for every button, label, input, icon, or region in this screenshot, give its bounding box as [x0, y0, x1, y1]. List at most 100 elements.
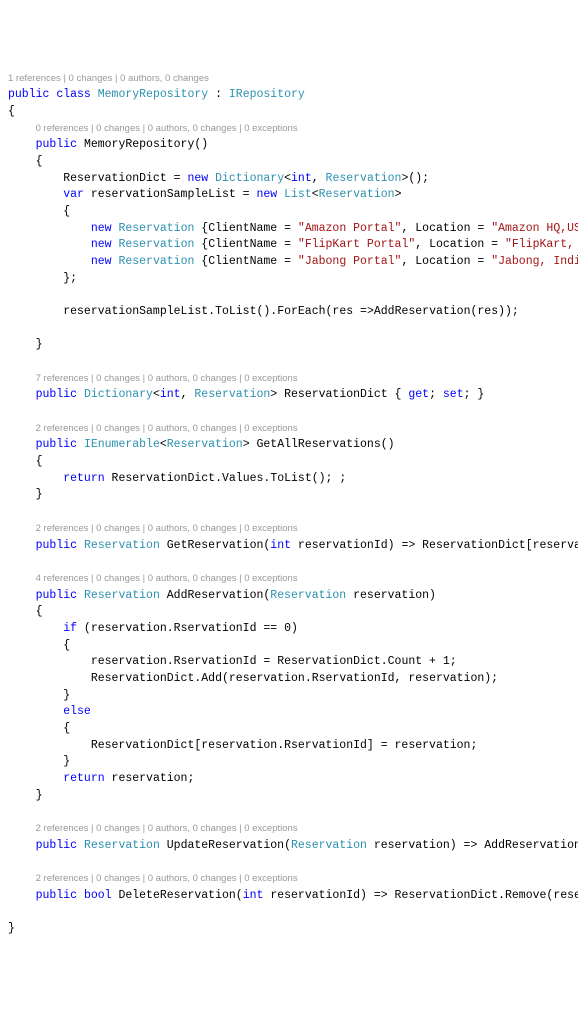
id-addreservation: AddReservation [374, 305, 471, 318]
id-values: Values [222, 472, 263, 485]
type-reservation: Reservation [118, 255, 194, 268]
kw-public: public [36, 388, 77, 401]
id-addreservation: AddReservation [167, 589, 264, 602]
id-clientname: ClientName [208, 222, 277, 235]
id-getreservation: GetReservation [167, 539, 264, 552]
num-zero: 0 [284, 622, 291, 635]
kw-return: return [63, 472, 104, 485]
id-reservationdict: ReservationDict [422, 539, 526, 552]
id-count: Count [388, 655, 423, 668]
id-reservationdict: ReservationDict [395, 889, 499, 902]
code-editor[interactable]: 1 references | 0 changes | 0 authors, 0 … [8, 71, 570, 938]
kw-class: class [56, 88, 91, 101]
id-reservationid: reservationId [270, 889, 360, 902]
kw-set: set [443, 388, 464, 401]
id-res: res [477, 305, 498, 318]
kw-public: public [36, 889, 77, 902]
str-amazon-portal: "Amazon Portal" [298, 222, 402, 235]
kw-new: new [187, 172, 208, 185]
type-dictionary: Dictionary [215, 172, 284, 185]
kw-new: new [257, 188, 278, 201]
id-reservationdict: ReservationDict [91, 672, 195, 685]
codelens-dict: 7 references | 0 changes | 0 authors, 0 … [36, 373, 298, 384]
id-reservationdict: ReservationDict [284, 388, 388, 401]
str-jabong-portal: "Jabong Portal" [298, 255, 402, 268]
kw-new: new [91, 222, 112, 235]
kw-bool: bool [84, 889, 112, 902]
id-reservationid: reservationId [533, 539, 578, 552]
id-tolist: ToList [215, 305, 256, 318]
id-getallreservations: GetAllReservations [257, 438, 381, 451]
id-clientname: ClientName [208, 238, 277, 251]
kw-public: public [8, 88, 49, 101]
kw-public: public [36, 589, 77, 602]
codelens-ctor: 0 references | 0 changes | 0 authors, 0 … [36, 123, 298, 134]
type-reservation: Reservation [167, 438, 243, 451]
type-reservation: Reservation [84, 589, 160, 602]
id-reservationdict: ReservationDict [112, 472, 216, 485]
kw-var: var [63, 188, 84, 201]
id-rservationid: RservationId [312, 672, 395, 685]
type-reservation: Reservation [326, 172, 402, 185]
codelens-getres: 2 references | 0 changes | 0 authors, 0 … [36, 523, 298, 534]
ctor-name: MemoryRepository [84, 138, 194, 151]
str-jabong-loc: "Jabong, India" [491, 255, 578, 268]
kw-public: public [36, 539, 77, 552]
id-reservation: reservation [91, 655, 167, 668]
id-reservationdict: ReservationDict [63, 172, 167, 185]
id-res: res [332, 305, 353, 318]
id-location: Location [429, 238, 484, 251]
id-reservation: reservation [112, 772, 188, 785]
kw-return: return [63, 772, 104, 785]
kw-int: int [160, 388, 181, 401]
id-reservationdict: ReservationDict [277, 655, 381, 668]
type-reservation: Reservation [291, 839, 367, 852]
codelens-class: 1 references | 0 changes | 0 authors, 0 … [8, 73, 209, 84]
id-reservationid: reservationId [553, 889, 578, 902]
type-reservation: Reservation [194, 388, 270, 401]
id-deletereservation: DeleteReservation [118, 889, 235, 902]
type-reservation: Reservation [84, 839, 160, 852]
codelens-updres: 2 references | 0 changes | 0 authors, 0 … [36, 823, 298, 834]
id-reservationid: reservationId [298, 539, 388, 552]
str-amazon-loc: "Amazon HQ,USA" [491, 222, 578, 235]
id-reservation: reservation [395, 739, 471, 752]
kw-if: if [63, 622, 77, 635]
type-list: List [284, 188, 312, 201]
kw-get: get [408, 388, 429, 401]
codelens-getall: 2 references | 0 changes | 0 authors, 0 … [36, 423, 298, 434]
num-one: 1 [443, 655, 450, 668]
kw-public: public [36, 438, 77, 451]
id-rservationid: RservationId [174, 622, 257, 635]
id-rservationid: RservationId [284, 739, 367, 752]
type-reservation: Reservation [84, 539, 160, 552]
id-reservation: reservation [408, 672, 484, 685]
kw-int: int [291, 172, 312, 185]
id-samplelist: reservationSampleList [91, 188, 236, 201]
id-location: Location [415, 255, 470, 268]
codelens-addres: 4 references | 0 changes | 0 authors, 0 … [36, 573, 298, 584]
type-reservation: Reservation [319, 188, 395, 201]
kw-int: int [243, 889, 264, 902]
id-reservation: reservation [201, 739, 277, 752]
id-add: Add [201, 672, 222, 685]
id-updatereservation: UpdateReservation [167, 839, 284, 852]
id-tolist: ToList [270, 472, 311, 485]
id-reservationdict: ReservationDict [91, 739, 195, 752]
type-ienumerable: IEnumerable [84, 438, 160, 451]
id-clientname: ClientName [208, 255, 277, 268]
kw-new: new [91, 255, 112, 268]
kw-public: public [36, 138, 77, 151]
type-reservation: Reservation [270, 589, 346, 602]
id-foreach: ForEach [277, 305, 325, 318]
codelens-delres: 2 references | 0 changes | 0 authors, 0 … [36, 873, 298, 884]
kw-int: int [270, 539, 291, 552]
str-flipkart-loc: "FlipKart, India" [505, 238, 578, 251]
id-rservationid: RservationId [174, 655, 257, 668]
kw-public: public [36, 839, 77, 852]
id-reservation: reservation [91, 622, 167, 635]
type-dictionary: Dictionary [84, 388, 153, 401]
kw-new: new [91, 238, 112, 251]
str-flipkart-portal: "FlipKart Portal" [298, 238, 415, 251]
id-reservation: reservation [229, 672, 305, 685]
